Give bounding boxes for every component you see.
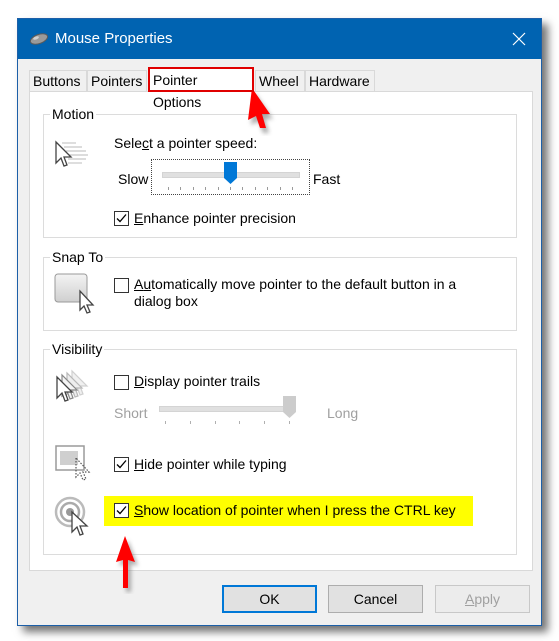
- window-title: Mouse Properties: [55, 30, 173, 47]
- slider-tick: [292, 187, 293, 190]
- slider-tick: [168, 187, 169, 190]
- pointer-speed-slider[interactable]: [151, 159, 310, 195]
- pointer-trails-label[interactable]: Display pointer trails: [134, 373, 260, 390]
- title-bar: Mouse Properties: [18, 19, 541, 59]
- checkmark-icon: [116, 460, 127, 469]
- label-text: ide pointer while typing: [144, 456, 287, 472]
- speed-slider-thumb[interactable]: [224, 162, 237, 184]
- mouse-icon: [29, 32, 49, 48]
- slider-tick: [189, 421, 191, 424]
- pointer-trails-checkbox[interactable]: [114, 375, 129, 390]
- pointer-trails-icon: [54, 368, 98, 411]
- tab-pointer-options[interactable]: Pointer Options: [148, 67, 254, 110]
- visibility-group: Visibility Display pointer trails Short …: [43, 341, 517, 555]
- slider-tick: [230, 187, 231, 190]
- slider-tick: [214, 421, 216, 424]
- show-location-label[interactable]: Show location of pointer when I press th…: [134, 502, 456, 519]
- label-text: pply: [474, 591, 501, 607]
- slider-tick: [242, 187, 244, 190]
- pointer-speed-icon: [52, 139, 92, 176]
- annotation-arrow-checkbox: [116, 536, 138, 592]
- slider-tick: [264, 421, 266, 424]
- slider-tick: [192, 187, 194, 190]
- trails-short-label: Short: [114, 405, 148, 421]
- enhance-precision-label[interactable]: Enhance pointer precision: [134, 210, 296, 227]
- slow-label: Slow: [118, 171, 149, 187]
- annotation-arrow-tab: [248, 88, 273, 133]
- accel-key: E: [134, 210, 144, 226]
- apply-button[interactable]: Apply: [435, 585, 530, 613]
- speed-label-part: Sele: [114, 135, 143, 151]
- enhance-precision-checkbox[interactable]: [114, 211, 129, 226]
- label-text: nhance pointer precision: [143, 210, 296, 226]
- slider-tick: [217, 187, 219, 190]
- snap-to-label[interactable]: Automatically move pointer to the defaul…: [134, 276, 456, 310]
- label-text: isplay pointer trails: [144, 373, 261, 389]
- slider-tick: [165, 421, 166, 424]
- slider-tick: [254, 187, 256, 190]
- checkmark-icon: [116, 506, 127, 515]
- trails-slider-track: [159, 406, 296, 412]
- slider-tick: [180, 187, 182, 190]
- slider-tick: [289, 421, 290, 424]
- label-text: A: [134, 276, 144, 292]
- hide-pointer-icon: [54, 444, 96, 487]
- accel-key: D: [134, 373, 145, 389]
- cancel-button[interactable]: Cancel: [328, 585, 423, 613]
- pointer-speed-label: Select a pointer speed:: [114, 135, 257, 152]
- visibility-group-label: Visibility: [50, 341, 105, 357]
- label-text: tomatically move pointer to the default …: [151, 276, 457, 292]
- close-button[interactable]: [497, 19, 541, 59]
- snap-to-icon: [54, 272, 100, 319]
- snap-to-group-label: Snap To: [50, 249, 106, 265]
- hide-pointer-typing-label[interactable]: Hide pointer while typing: [134, 456, 287, 473]
- accel-key: A: [464, 591, 475, 607]
- pointer-trails-slider[interactable]: [159, 396, 304, 426]
- trails-slider-thumb[interactable]: [283, 396, 296, 418]
- hide-pointer-typing-checkbox[interactable]: [114, 457, 129, 472]
- tab-hardware[interactable]: Hardware: [305, 70, 375, 91]
- snap-to-checkbox[interactable]: [114, 278, 129, 293]
- pointer-location-icon: [54, 496, 96, 541]
- tab-buttons[interactable]: Buttons: [29, 70, 87, 91]
- label-text: dialog box: [134, 293, 198, 309]
- snap-to-group: Snap To Automatically move pointer to th…: [43, 249, 517, 331]
- close-icon: [512, 32, 526, 46]
- checkmark-icon: [116, 214, 127, 223]
- slider-tick: [279, 187, 281, 190]
- slider-tick: [239, 421, 241, 424]
- ok-button[interactable]: OK: [222, 585, 317, 613]
- accel-key: u: [143, 276, 152, 292]
- motion-group-label: Motion: [50, 106, 97, 122]
- show-location-checkbox[interactable]: [114, 503, 129, 518]
- fast-label: Fast: [313, 171, 341, 187]
- tab-pointers[interactable]: Pointers: [87, 70, 147, 91]
- accel-key: S: [134, 502, 144, 518]
- label-text: how location of pointer when I press the…: [143, 502, 456, 518]
- slider-tick: [267, 187, 269, 190]
- accel-key: H: [134, 456, 145, 472]
- slider-tick: [205, 187, 207, 190]
- trails-long-label: Long: [327, 405, 359, 421]
- speed-label-accel: c: [142, 135, 150, 151]
- speed-label-part: t a pointer speed:: [149, 135, 258, 151]
- pointer-options-panel: Motion Select a pointer speed: Slow Fast…: [29, 91, 533, 571]
